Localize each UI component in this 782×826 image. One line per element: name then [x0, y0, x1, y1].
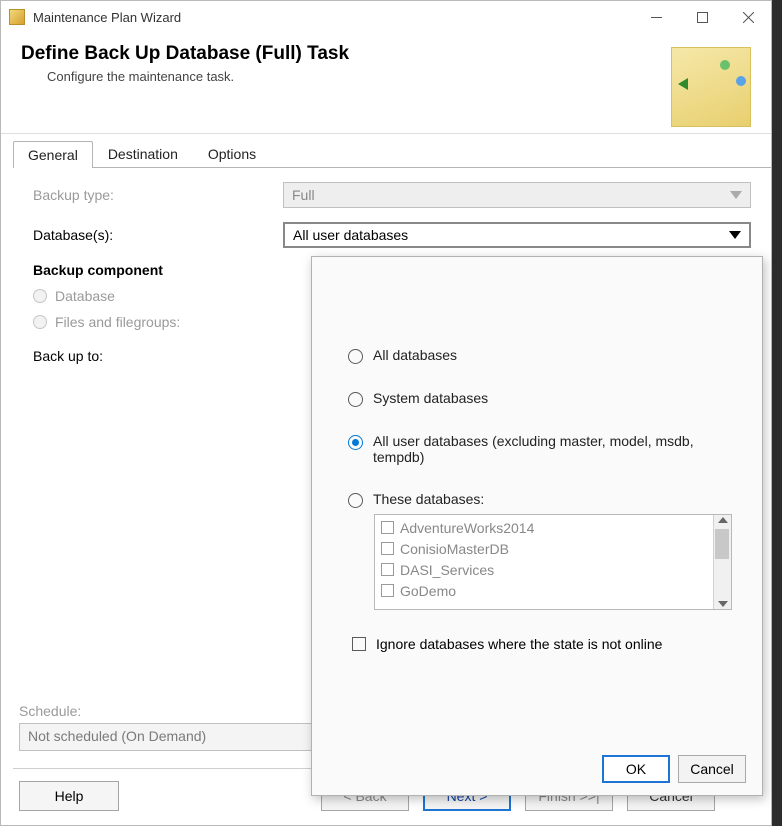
chevron-down-icon [730, 191, 742, 199]
checkbox-icon[interactable] [381, 584, 394, 597]
backup-type-value: Full [292, 187, 315, 203]
db-item[interactable]: DASI_Services [381, 559, 725, 580]
radio-icon [348, 493, 363, 508]
scrollbar[interactable] [713, 515, 731, 609]
scroll-down-icon[interactable] [718, 601, 728, 607]
checkbox-icon[interactable] [352, 637, 366, 651]
databases-dropdown[interactable]: All user databases [283, 222, 751, 248]
backup-type-dropdown: Full [283, 182, 751, 208]
tab-general[interactable]: General [13, 141, 93, 168]
ignore-offline-checkbox[interactable]: Ignore databases where the state is not … [352, 636, 732, 652]
ok-button[interactable]: OK [602, 755, 670, 783]
backup-to-label: Back up to: [33, 348, 283, 364]
scroll-thumb[interactable] [715, 529, 729, 559]
databases-value: All user databases [293, 227, 408, 243]
header-icon [671, 47, 751, 127]
tab-options[interactable]: Options [193, 140, 271, 167]
wizard-header: Define Back Up Database (Full) Task Conf… [1, 33, 771, 134]
wizard-window: Maintenance Plan Wizard Define Back Up D… [0, 0, 772, 826]
radio-icon [348, 435, 363, 450]
maximize-button[interactable] [679, 2, 725, 32]
backup-type-label: Backup type: [33, 187, 283, 203]
popup-cancel-button[interactable]: Cancel [678, 755, 746, 783]
radio-icon [33, 289, 47, 303]
radio-icon [33, 315, 47, 329]
window-title: Maintenance Plan Wizard [33, 10, 633, 25]
checkbox-icon[interactable] [381, 521, 394, 534]
database-checklist[interactable]: AdventureWorks2014 ConisioMasterDB DASI_… [374, 514, 732, 610]
radio-icon [348, 349, 363, 364]
page-title: Define Back Up Database (Full) Task [21, 43, 671, 65]
app-icon [9, 9, 25, 25]
db-item[interactable]: ConisioMasterDB [381, 538, 725, 559]
radio-these-databases[interactable]: These databases: [348, 491, 732, 508]
radio-all-user-databases[interactable]: All user databases (excluding master, mo… [348, 433, 732, 465]
minimize-button[interactable] [633, 2, 679, 32]
page-subtitle: Configure the maintenance task. [47, 69, 671, 84]
radio-all-databases[interactable]: All databases [348, 347, 732, 364]
titlebar: Maintenance Plan Wizard [1, 1, 771, 33]
databases-popup: All databases System databases All user … [311, 256, 763, 796]
radio-icon [348, 392, 363, 407]
close-button[interactable] [725, 2, 771, 32]
checkbox-icon[interactable] [381, 563, 394, 576]
chevron-down-icon [729, 231, 741, 239]
scroll-up-icon[interactable] [718, 517, 728, 523]
databases-label: Database(s): [33, 227, 283, 243]
db-item[interactable]: GoDemo [381, 580, 725, 601]
tabs: General Destination Options [13, 134, 771, 168]
help-button[interactable]: Help [19, 781, 119, 811]
radio-system-databases[interactable]: System databases [348, 390, 732, 407]
tab-destination[interactable]: Destination [93, 140, 193, 167]
checkbox-icon[interactable] [381, 542, 394, 555]
db-item[interactable]: AdventureWorks2014 [381, 517, 725, 538]
